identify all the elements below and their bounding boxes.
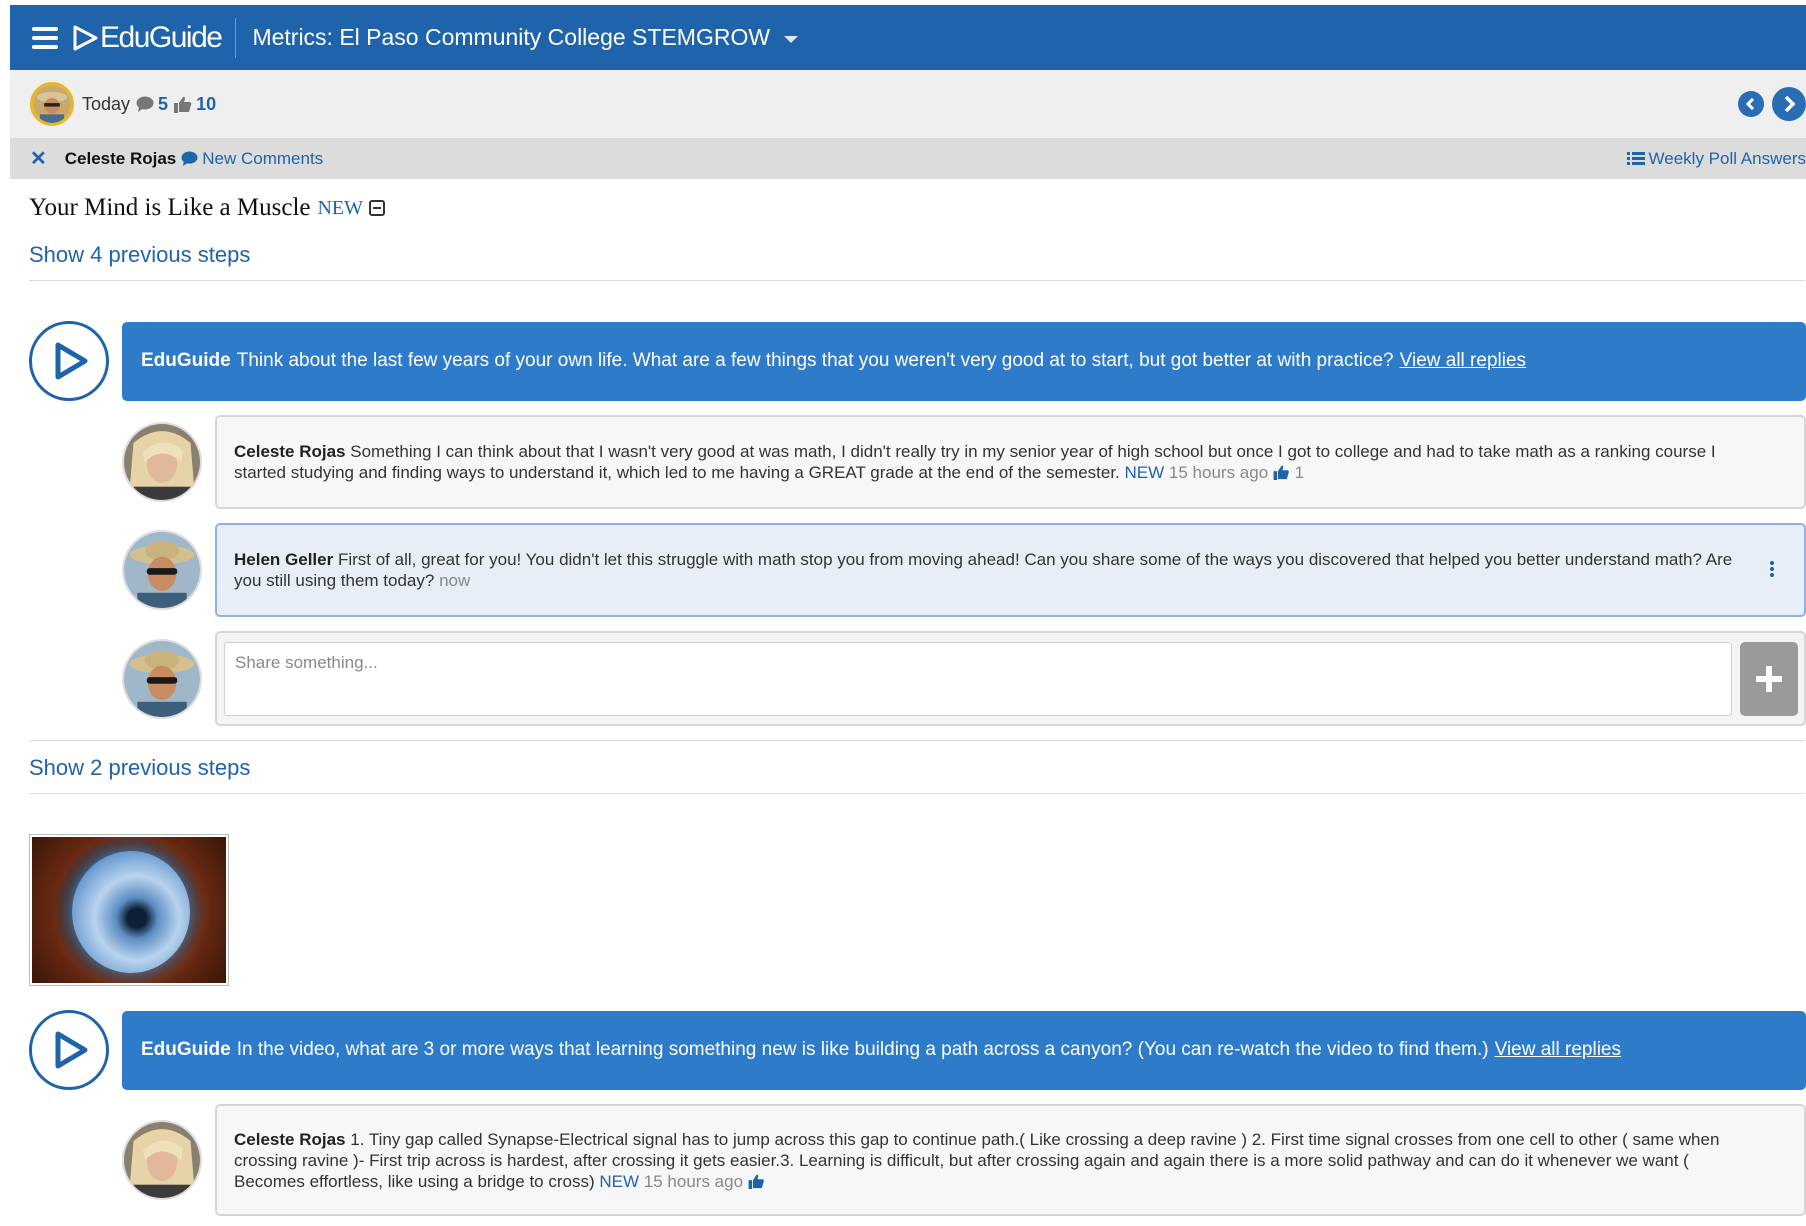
course-title: Metrics: El Paso Community College STEMG… <box>252 24 771 50</box>
prompt-author: EduGuide <box>141 350 231 371</box>
prompt-message: EduGuide In the video, what are 3 or mor… <box>122 1010 1806 1090</box>
thumbs-up-icon[interactable] <box>748 1174 765 1189</box>
new-badge: NEW <box>599 1171 640 1191</box>
reply-message: Celeste Rojas Something I can think abou… <box>215 415 1806 509</box>
reply-message: Helen Geller First of all, great for you… <box>215 523 1806 617</box>
today-label: Today <box>82 93 131 114</box>
logo[interactable]: EduGuide <box>72 20 223 55</box>
prompt-author: EduGuide <box>141 1039 231 1060</box>
play-circle-icon <box>29 1010 109 1090</box>
app-frame: EduGuide Metrics: El Paso Community Coll… <box>10 5 1806 1226</box>
view-all-replies-link[interactable]: View all replies <box>1495 1039 1621 1061</box>
play-circle-icon <box>29 321 109 401</box>
avatar[interactable] <box>30 82 74 126</box>
list-icon <box>1626 152 1645 165</box>
reply-item: Celeste Rojas 1. Tiny gap called Synapse… <box>122 1104 1806 1216</box>
reply-timestamp: 15 hours ago <box>1168 463 1269 482</box>
comments-stat[interactable]: 5 <box>136 94 168 115</box>
avatar[interactable] <box>122 422 202 502</box>
avatar[interactable] <box>122 530 202 610</box>
chevron-down-icon <box>784 35 799 43</box>
chevron-right-icon[interactable] <box>1772 87 1806 121</box>
avatar[interactable] <box>122 1120 202 1200</box>
show-previous-steps-link[interactable]: Show 2 previous steps <box>29 755 250 781</box>
new-comments-filter[interactable]: New Comments <box>181 149 323 169</box>
divider <box>29 793 1805 794</box>
video-thumbnail[interactable] <box>29 834 229 986</box>
share-input[interactable] <box>224 641 1732 716</box>
brain-image <box>32 837 226 983</box>
reply-text: Something I can think about that I wasn'… <box>234 442 1716 482</box>
menu-icon[interactable] <box>32 26 58 49</box>
lesson-title: Your Mind is Like a Muscle <box>29 194 311 221</box>
top-header: EduGuide Metrics: El Paso Community Coll… <box>10 5 1806 70</box>
reply-item: Helen Geller First of all, great for you… <box>122 523 1806 617</box>
header-divider <box>235 17 237 58</box>
new-comments-label: New Comments <box>202 148 324 168</box>
prompt-text: Think about the last few years of your o… <box>236 350 1394 371</box>
logo-text: EduGuide <box>100 20 223 54</box>
close-icon[interactable]: ✕ <box>30 146 47 171</box>
kebab-menu-icon[interactable] <box>1770 561 1774 577</box>
share-composer <box>215 631 1806 726</box>
share-row <box>122 631 1806 726</box>
plus-icon[interactable] <box>1740 641 1798 716</box>
course-selector[interactable]: Metrics: El Paso Community College STEMG… <box>252 24 799 51</box>
reply-author[interactable]: Helen Geller <box>234 550 333 569</box>
reply-author[interactable]: Celeste Rojas <box>234 442 346 461</box>
prompt-card: EduGuide Think about the last few years … <box>29 321 1806 401</box>
reply-timestamp: 15 hours ago <box>643 1171 744 1191</box>
chevron-left-icon[interactable] <box>1738 91 1764 117</box>
prompt-message: EduGuide Think about the last few years … <box>122 321 1806 401</box>
reply-author[interactable]: Celeste Rojas <box>234 1130 346 1149</box>
reply-content: Celeste Rojas 1. Tiny gap called Synapse… <box>234 1129 1754 1192</box>
reply-content: Celeste Rojas Something I can think abou… <box>234 441 1754 483</box>
filter-bar: ✕ Celeste Rojas New Comments Weekly Poll… <box>10 138 1806 179</box>
today-bar: Today 5 10 <box>10 70 1806 138</box>
divider <box>29 740 1805 741</box>
view-all-replies-link[interactable]: View all replies <box>1400 350 1526 372</box>
reply-timestamp: now <box>439 571 471 590</box>
lesson-header: Your Mind is Like a Muscle NEW <box>29 194 1806 222</box>
reply-text: 1. Tiny gap called Synapse-Electrical si… <box>234 1129 1720 1191</box>
reply-message: Celeste Rojas 1. Tiny gap called Synapse… <box>215 1104 1806 1216</box>
filter-user-name: Celeste Rojas <box>64 148 177 168</box>
weekly-poll-label: Weekly Poll Answers <box>1648 148 1806 168</box>
reply-item: Celeste Rojas Something I can think abou… <box>122 415 1806 509</box>
prompt-text: In the video, what are 3 or more ways th… <box>236 1039 1489 1060</box>
reply-content: Helen Geller First of all, great for you… <box>234 549 1754 591</box>
main-content: Your Mind is Like a Muscle NEW Show 4 pr… <box>10 194 1806 1216</box>
new-badge: NEW <box>317 196 364 219</box>
avatar[interactable] <box>122 638 202 719</box>
weekly-poll-link[interactable]: Weekly Poll Answers <box>1626 148 1806 169</box>
thumbs-up-icon <box>174 96 192 113</box>
day-navigation <box>1738 87 1806 121</box>
likes-stat[interactable]: 10 <box>174 94 216 115</box>
show-previous-steps-link[interactable]: Show 4 previous steps <box>29 242 250 268</box>
divider <box>29 280 1805 281</box>
likes-count: 10 <box>196 93 217 114</box>
like-count: 1 <box>1294 463 1305 482</box>
comments-count: 5 <box>158 93 169 114</box>
play-logo-icon <box>73 25 98 50</box>
comment-icon <box>181 151 198 166</box>
thumbs-up-icon[interactable] <box>1273 465 1290 480</box>
new-badge: NEW <box>1124 463 1165 482</box>
prompt-card: EduGuide In the video, what are 3 or mor… <box>29 1010 1806 1090</box>
comment-icon <box>136 96 154 112</box>
collapse-icon[interactable] <box>369 200 386 216</box>
